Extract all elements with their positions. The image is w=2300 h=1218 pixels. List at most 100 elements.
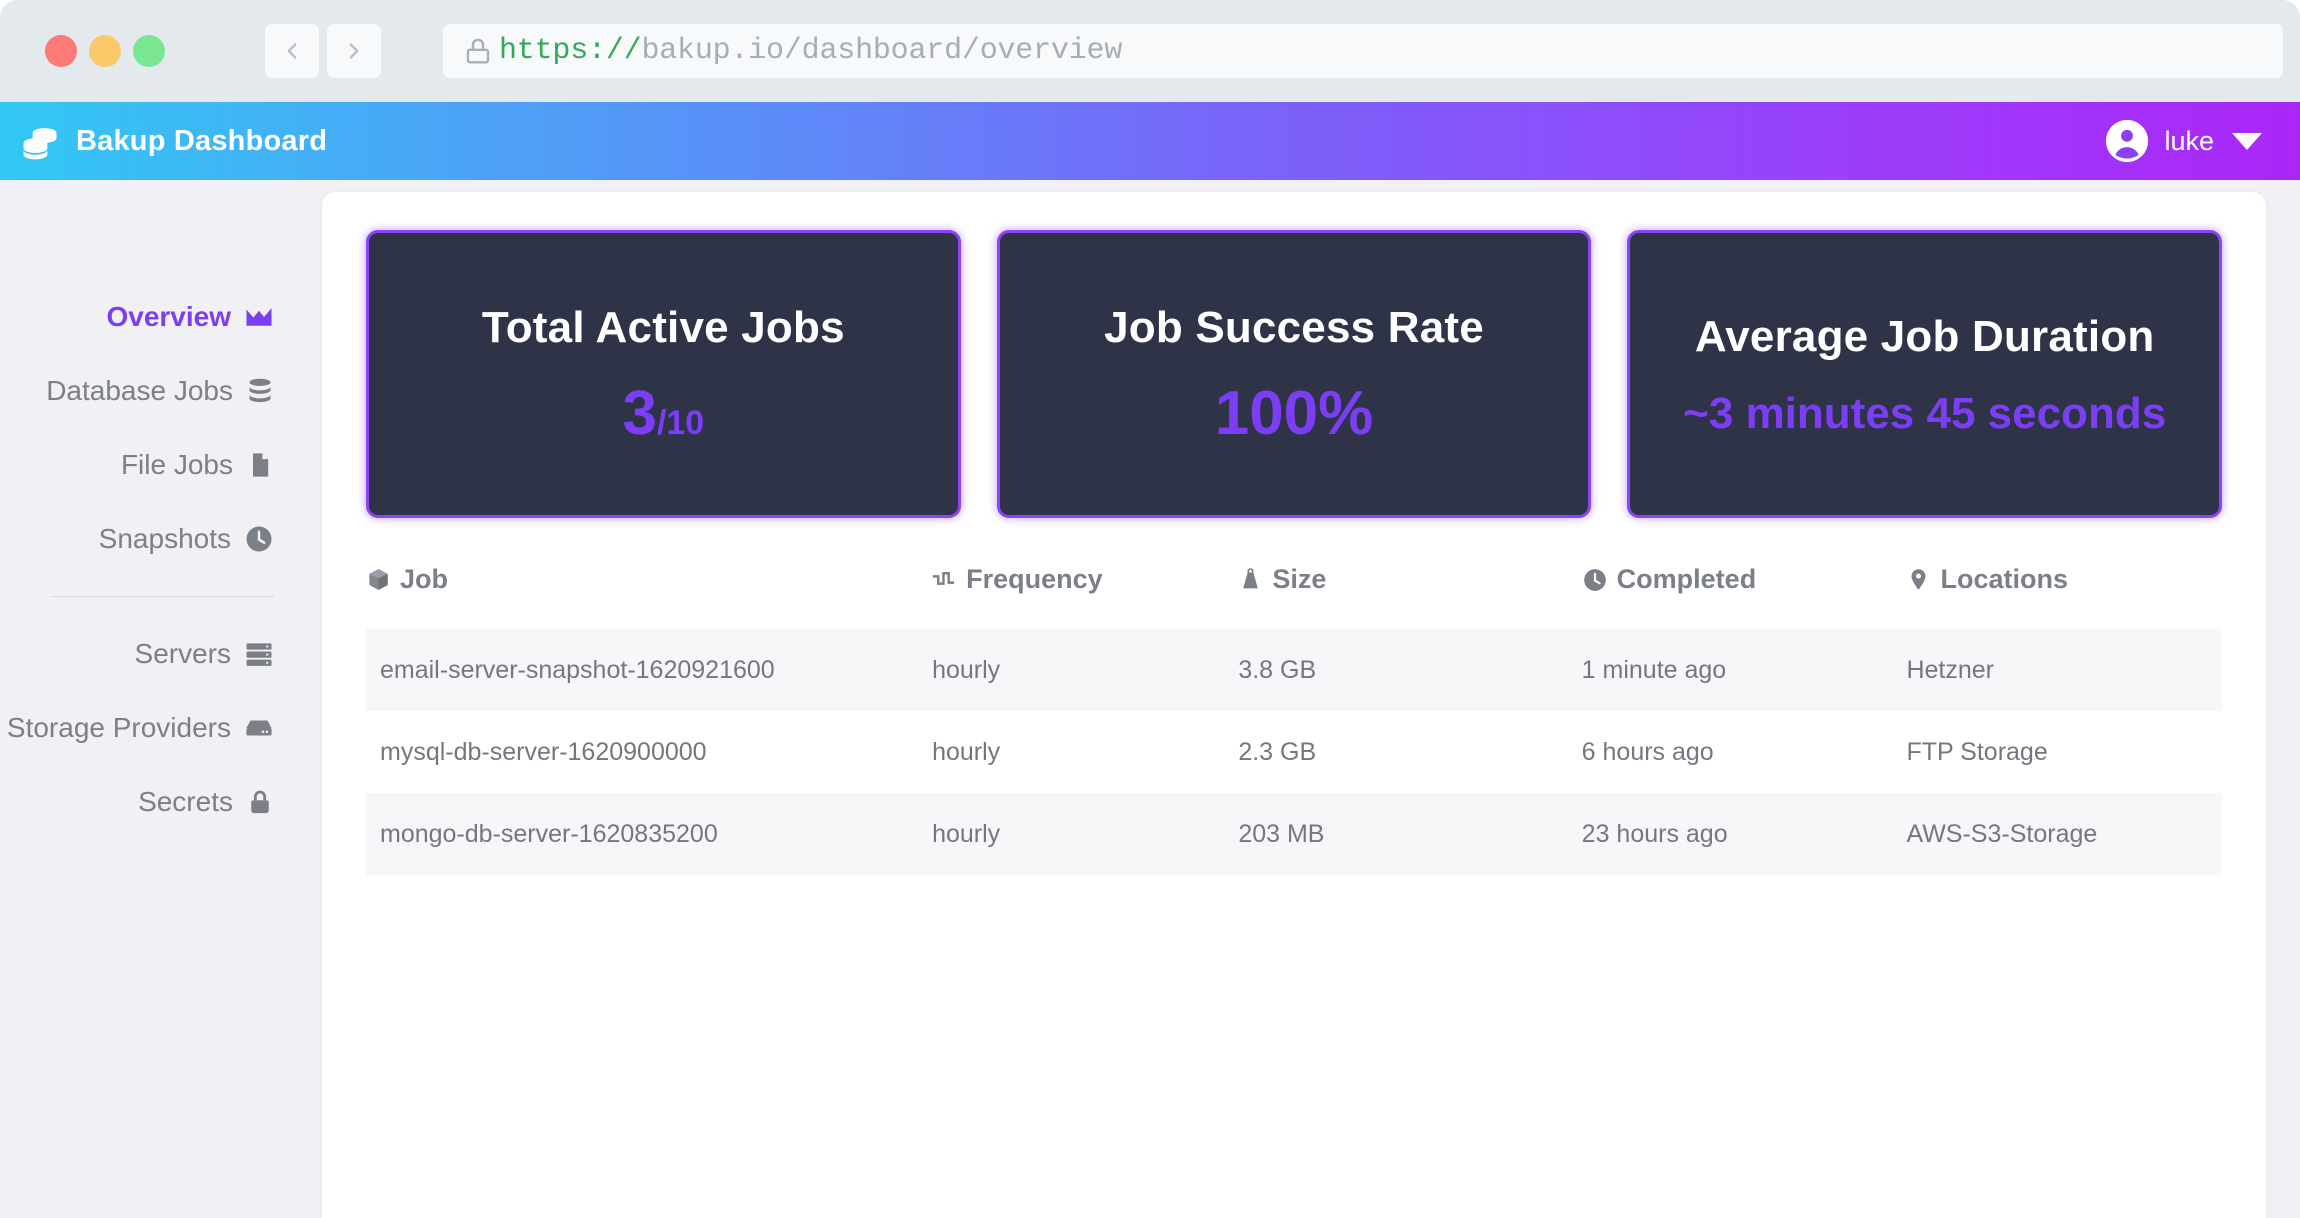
cell-completed: 23 hours ago (1581, 819, 1728, 848)
forward-button[interactable] (327, 24, 381, 78)
jobs-table: Job Frequency Size Completed Locations e… (366, 564, 2222, 875)
address-bar[interactable]: https://bakup.io/dashboard/overview (443, 24, 2283, 78)
cell-job: mongo-db-server-1620835200 (380, 819, 718, 848)
stat-title: Total Active Jobs (481, 303, 845, 352)
cell-frequency: hourly (932, 655, 1001, 684)
hard-drive-icon (244, 713, 274, 743)
sidebar-item-snapshots[interactable]: Snapshots (0, 502, 322, 576)
cell-frequency: hourly (932, 819, 1001, 848)
app-title: Bakup Dashboard (76, 124, 328, 157)
stat-card-job-success-rate: Job Success Rate 100% (996, 230, 1592, 518)
cell-size: 2.3 GB (1238, 737, 1317, 766)
browser-titlebar: https://bakup.io/dashboard/overview (0, 0, 2300, 102)
column-header-label: Completed (1616, 564, 1757, 594)
cell-job: mysql-db-server-1620900000 (380, 737, 707, 766)
user-menu[interactable]: luke (2104, 118, 2262, 164)
sidebar-item-overview[interactable]: Overview (0, 280, 322, 354)
user-name-label: luke (2164, 125, 2214, 156)
server-icon (244, 639, 274, 669)
stats-row: Total Active Jobs 3/10 Job Success Rate … (366, 230, 2223, 518)
lock-icon (463, 36, 493, 66)
sidebar-item-label: Overview (106, 301, 231, 332)
cube-icon (366, 567, 391, 592)
stat-value-main: 100% (1214, 379, 1374, 448)
sidebar: Overview Database Jobs File Jobs Snapsho… (0, 180, 322, 1218)
sidebar-item-label: Database Jobs (46, 375, 233, 406)
file-icon (246, 451, 274, 479)
map-pin-icon (1906, 567, 1931, 592)
sidebar-item-label: Secrets (138, 786, 233, 817)
table-header-row: Job Frequency Size Completed Locations (366, 564, 2222, 629)
sidebar-item-database-jobs[interactable]: Database Jobs (0, 354, 322, 428)
stat-card-total-active-jobs: Total Active Jobs 3/10 (366, 230, 961, 518)
database-icon (246, 377, 274, 405)
brand[interactable]: Bakup Dashboard (18, 119, 327, 163)
content-area: Total Active Jobs 3/10 Job Success Rate … (322, 180, 2300, 1218)
column-header-size[interactable]: Size (1238, 564, 1581, 629)
cell-size: 203 MB (1238, 819, 1325, 848)
column-header-frequency[interactable]: Frequency (932, 564, 1238, 629)
sidebar-item-storage-providers[interactable]: Storage Providers (0, 691, 322, 765)
stat-title: Average Job Duration (1694, 312, 2155, 361)
back-button[interactable] (265, 24, 319, 78)
database-stack-icon (18, 119, 62, 163)
user-avatar-icon (2104, 118, 2150, 164)
stat-value: 3/10 (622, 383, 704, 445)
sidebar-item-servers[interactable]: Servers (0, 617, 322, 691)
cell-location: Hetzner (1906, 655, 1995, 684)
browser-nav-buttons (265, 24, 381, 78)
cell-location: FTP Storage (1906, 737, 2048, 766)
chevron-left-icon (287, 43, 297, 59)
url-scheme: https:// (499, 34, 642, 68)
table-row[interactable]: mongo-db-server-1620835200 hourly 203 MB… (366, 793, 2222, 875)
stat-value: ~3 minutes 45 seconds (1683, 392, 2166, 436)
weight-icon (1238, 567, 1263, 592)
minimize-window-button[interactable] (89, 35, 121, 67)
lock-icon (246, 788, 274, 816)
cell-completed: 1 minute ago (1581, 655, 1727, 684)
cell-job: email-server-snapshot-1620921600 (380, 655, 775, 684)
sidebar-item-label: File Jobs (120, 449, 233, 480)
chevron-right-icon (349, 43, 359, 59)
jobs-table-header: Job Frequency Size Completed Locations (366, 564, 2222, 629)
maximize-window-button[interactable] (133, 35, 165, 67)
sidebar-item-label: Storage Providers (6, 712, 231, 743)
cell-completed: 6 hours ago (1581, 737, 1714, 766)
stat-value-main: ~3 minutes 45 seconds (1683, 389, 2167, 438)
window-controls (45, 35, 165, 67)
clock-icon (1582, 567, 1608, 593)
column-header-label: Job (400, 564, 449, 594)
url-host-path: bakup.io/dashboard/overview (641, 34, 1123, 68)
column-header-job[interactable]: Job (366, 564, 932, 629)
clock-icon (244, 524, 274, 554)
column-header-label: Locations (1940, 564, 2068, 594)
table-row[interactable]: mysql-db-server-1620900000 hourly 2.3 GB… (366, 711, 2222, 793)
pulse-icon (932, 567, 957, 592)
column-header-label: Size (1272, 564, 1327, 594)
dashboard-panel: Total Active Jobs 3/10 Job Success Rate … (322, 192, 2266, 1218)
table-row[interactable]: email-server-snapshot-1620921600 hourly … (366, 629, 2222, 711)
column-header-locations[interactable]: Locations (1906, 564, 2222, 629)
sidebar-item-file-jobs[interactable]: File Jobs (0, 428, 322, 502)
area-chart-icon (244, 302, 274, 332)
sidebar-item-label: Snapshots (98, 523, 231, 554)
stat-title: Job Success Rate (1104, 303, 1484, 352)
sidebar-divider (52, 596, 274, 597)
stat-value-suffix: /10 (656, 404, 705, 442)
sidebar-item-label: Servers (134, 638, 231, 669)
close-window-button[interactable] (45, 35, 77, 67)
browser-window: https://bakup.io/dashboard/overview Baku… (0, 0, 2300, 1218)
app-header: Bakup Dashboard luke (0, 102, 2300, 180)
sidebar-item-secrets[interactable]: Secrets (0, 765, 322, 839)
stat-card-average-job-duration: Average Job Duration ~3 minutes 45 secon… (1627, 230, 2223, 518)
cell-size: 3.8 GB (1238, 655, 1317, 684)
chevron-down-icon[interactable] (2232, 132, 2262, 150)
cell-frequency: hourly (932, 737, 1001, 766)
page-body: Overview Database Jobs File Jobs Snapsho… (0, 180, 2300, 1218)
stat-value: 100% (1215, 383, 1374, 445)
column-header-label: Frequency (966, 564, 1103, 594)
column-header-completed[interactable]: Completed (1582, 564, 1907, 629)
jobs-table-body: email-server-snapshot-1620921600 hourly … (366, 629, 2222, 875)
cell-location: AWS-S3-Storage (1906, 819, 2098, 848)
stat-value-main: 3 (622, 379, 657, 448)
